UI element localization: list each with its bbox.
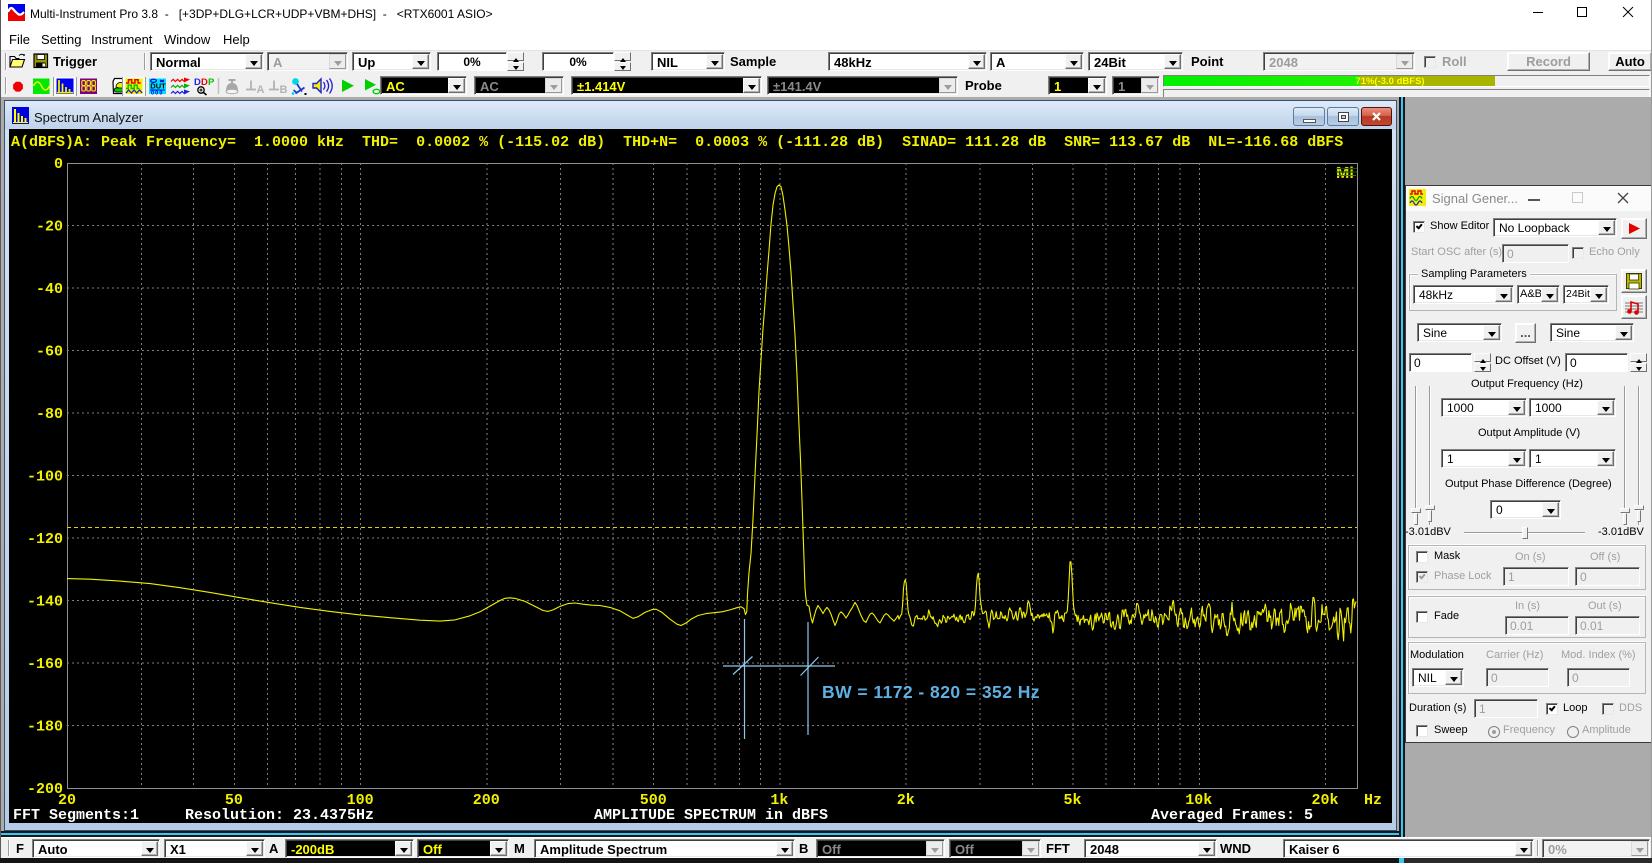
svg-text:-140: -140 bbox=[27, 594, 63, 611]
svg-text:5k: 5k bbox=[1063, 792, 1081, 809]
svg-text:-80: -80 bbox=[36, 406, 63, 423]
svg-text:-20: -20 bbox=[36, 219, 63, 236]
svg-text:-60: -60 bbox=[36, 344, 63, 361]
svg-text:20k: 20k bbox=[1311, 792, 1338, 809]
svg-text:0: 0 bbox=[54, 156, 63, 173]
svg-text:-40: -40 bbox=[36, 281, 63, 298]
svg-text:Averaged Frames: 5: Averaged Frames: 5 bbox=[1151, 807, 1313, 824]
svg-text:Hz: Hz bbox=[1364, 792, 1382, 809]
svg-text:200: 200 bbox=[473, 792, 500, 809]
svg-text:Mi: Mi bbox=[1336, 165, 1354, 182]
svg-text:BW = 1172 - 820 = 352 Hz: BW = 1172 - 820 = 352 Hz bbox=[822, 682, 1040, 702]
svg-text:FFT Segments:1: FFT Segments:1 bbox=[13, 807, 139, 824]
svg-text:A(dBFS)A: Peak Frequency= 1.0: A(dBFS)A: Peak Frequency= 1.0000 kHz THD… bbox=[11, 134, 1343, 151]
svg-text:2k: 2k bbox=[897, 792, 915, 809]
svg-text:-180: -180 bbox=[27, 719, 63, 736]
svg-text:AMPLITUDE SPECTRUM in dBFS: AMPLITUDE SPECTRUM in dBFS bbox=[594, 807, 828, 824]
svg-text:-160: -160 bbox=[27, 656, 63, 673]
svg-text:-120: -120 bbox=[27, 531, 63, 548]
svg-text:Resolution: 23.4375Hz: Resolution: 23.4375Hz bbox=[185, 807, 374, 824]
svg-text:-100: -100 bbox=[27, 469, 63, 486]
